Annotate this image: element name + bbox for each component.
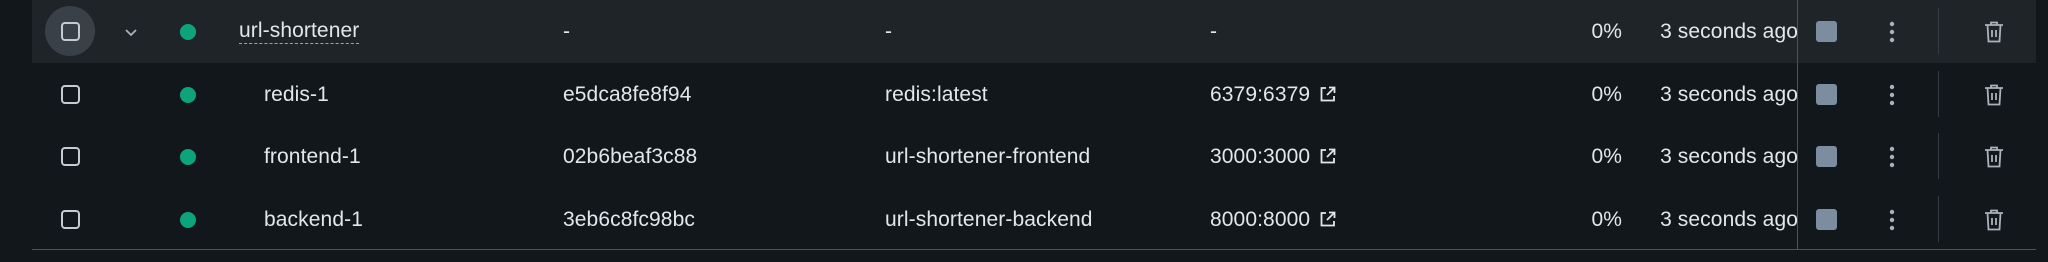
more-vertical-icon[interactable] <box>1880 63 1904 126</box>
group-name-link[interactable]: url-shortener <box>239 0 360 63</box>
stop-button[interactable] <box>1816 209 1837 230</box>
last-started: 3 seconds ago <box>1660 144 1798 168</box>
compose-group-row[interactable]: url-shortener - - - 0% 3 seconds ago <box>32 0 2036 63</box>
trash-icon[interactable] <box>1980 0 2008 63</box>
stop-button[interactable] <box>1816 21 1837 42</box>
container-name[interactable]: backend-1 <box>264 188 363 251</box>
status-running-dot <box>180 149 196 165</box>
container-row[interactable]: frontend-1 02b6beaf3c88 url-shortener-fr… <box>32 125 2036 188</box>
status-running-dot <box>180 24 196 40</box>
last-started: 3 seconds ago <box>1660 19 1798 43</box>
container-id: 3eb6c8fc98bc <box>563 207 695 231</box>
stop-button[interactable] <box>1816 84 1837 105</box>
external-link-icon[interactable] <box>1318 210 1337 229</box>
container-id: e5dca8fe8f94 <box>563 82 692 106</box>
ports: - <box>1210 19 1218 43</box>
port-link[interactable]: 8000:8000 <box>1210 188 1337 251</box>
external-link-icon[interactable] <box>1318 147 1337 166</box>
row-checkbox[interactable] <box>45 6 95 56</box>
cpu-usage: 0% <box>1591 144 1622 168</box>
actions-column-divider <box>1797 0 1798 250</box>
port-mapping[interactable]: 3000:3000 <box>1210 145 1310 169</box>
row-checkbox[interactable] <box>45 194 95 244</box>
cpu-usage: 0% <box>1591 19 1622 43</box>
trash-icon[interactable] <box>1980 63 2008 126</box>
external-link-icon[interactable] <box>1318 85 1337 104</box>
divider <box>1938 133 1939 179</box>
row-checkbox[interactable] <box>45 69 95 119</box>
container-row[interactable]: backend-1 3eb6c8fc98bc url-shortener-bac… <box>32 188 2036 251</box>
port-link[interactable]: 6379:6379 <box>1210 63 1337 126</box>
last-started: 3 seconds ago <box>1660 82 1798 106</box>
status-running-dot <box>180 87 196 103</box>
cpu-usage: 0% <box>1591 82 1622 106</box>
image-name: url-shortener-frontend <box>885 144 1091 168</box>
trash-icon[interactable] <box>1980 188 2008 251</box>
row-checkbox[interactable] <box>45 131 95 181</box>
more-vertical-icon[interactable] <box>1880 0 1904 63</box>
group-name[interactable]: url-shortener <box>239 19 360 44</box>
divider <box>1938 196 1939 242</box>
divider <box>1938 71 1939 117</box>
image-name: url-shortener-backend <box>885 207 1093 231</box>
trash-icon[interactable] <box>1980 125 2008 188</box>
chevron-down-icon[interactable] <box>116 0 146 63</box>
image-name: - <box>885 19 893 43</box>
container-row[interactable]: redis-1 e5dca8fe8f94 redis:latest 6379:6… <box>32 63 2036 126</box>
more-vertical-icon[interactable] <box>1880 125 1904 188</box>
more-vertical-icon[interactable] <box>1880 188 1904 251</box>
container-id: - <box>563 19 571 43</box>
cpu-usage: 0% <box>1591 207 1622 231</box>
divider <box>1938 8 1939 54</box>
container-name[interactable]: redis-1 <box>264 63 329 126</box>
containers-table: url-shortener - - - 0% 3 seconds ago red… <box>32 0 2036 250</box>
port-mapping[interactable]: 8000:8000 <box>1210 208 1310 232</box>
port-mapping[interactable]: 6379:6379 <box>1210 83 1310 107</box>
status-running-dot <box>180 212 196 228</box>
container-name[interactable]: frontend-1 <box>264 125 361 188</box>
port-link[interactable]: 3000:3000 <box>1210 125 1337 188</box>
stop-button[interactable] <box>1816 146 1837 167</box>
last-started: 3 seconds ago <box>1660 207 1798 231</box>
container-id: 02b6beaf3c88 <box>563 144 698 168</box>
image-name: redis:latest <box>885 82 988 106</box>
